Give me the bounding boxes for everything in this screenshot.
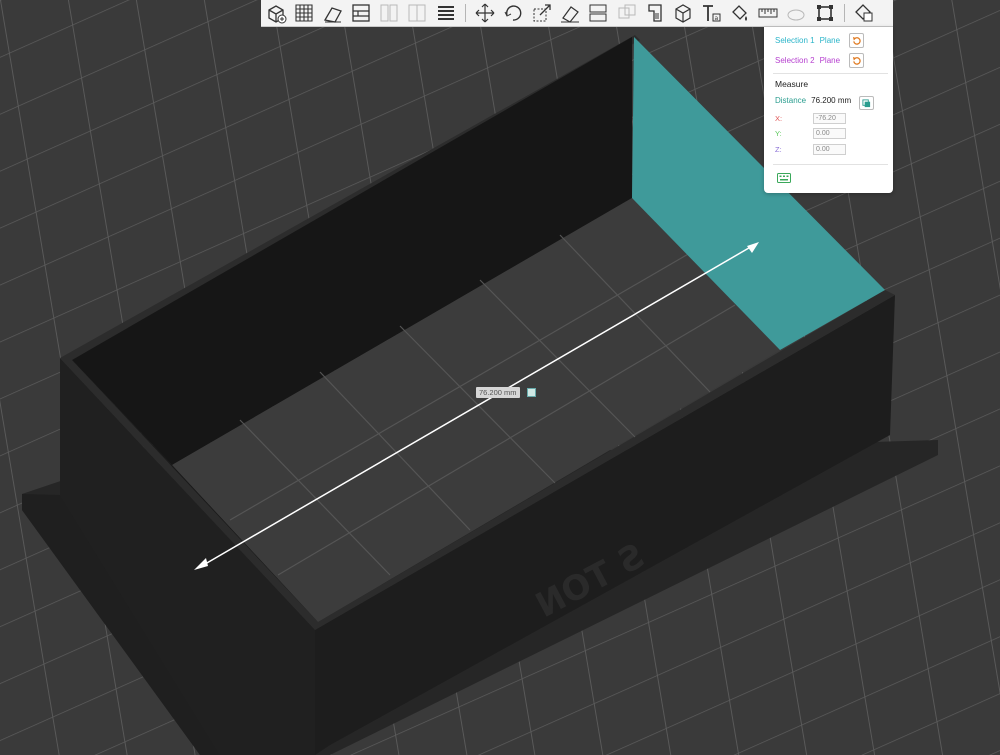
fit-selection-tool-button[interactable]: [812, 1, 838, 25]
measure-ruler-icon: [758, 8, 778, 18]
undo-icon: [852, 56, 861, 65]
undo-icon: [852, 36, 861, 45]
text-emboss-tool-button[interactable]: a: [698, 1, 724, 25]
mesh-boolean-tool-button[interactable]: [614, 1, 640, 25]
cut-tool-button[interactable]: [585, 1, 611, 25]
rotate-tool-button[interactable]: [500, 1, 526, 25]
scale-icon: [533, 4, 551, 22]
selection-2-reset-button[interactable]: [849, 53, 864, 68]
add-cube-icon: [268, 5, 287, 24]
z-value-field[interactable]: [813, 144, 846, 155]
split-parts-icon: [408, 4, 426, 22]
x-value-field[interactable]: [813, 113, 846, 124]
seam-paint-tool-button[interactable]: [670, 1, 696, 25]
lay-on-face-tool-button[interactable]: [557, 1, 583, 25]
selection-1-row: Selection 1 Plane: [775, 33, 840, 47]
panel-divider: [773, 73, 888, 74]
selection-2-row: Selection 2 Plane: [775, 53, 840, 67]
add-cube-tool-button[interactable]: [263, 1, 289, 25]
split-parts-tool-button[interactable]: [404, 1, 430, 25]
cut-icon: [589, 4, 607, 22]
copy-icon: [862, 98, 871, 107]
support-paint-tool-button[interactable]: [642, 1, 668, 25]
layers-tool-button[interactable]: [433, 1, 459, 25]
toolbar-separator: [465, 4, 467, 22]
y-label: Y:: [775, 129, 782, 138]
assembly-view-tool-button[interactable]: [851, 1, 877, 25]
split-objects-icon: [380, 4, 398, 22]
assembly-view-icon: [855, 4, 873, 22]
measure-panel: Selection 1 Plane Selection 2 Plane Meas…: [764, 27, 893, 193]
assembly-icon: [787, 9, 805, 21]
color-paint-tool-button[interactable]: [727, 1, 753, 25]
panel-divider: [773, 164, 888, 165]
top-toolbar: a: [261, 0, 893, 27]
assembly-tool-button[interactable]: [783, 1, 809, 25]
x-row: X:: [775, 113, 846, 124]
distance-label: Distance: [775, 96, 807, 105]
seam-paint-icon: [675, 4, 691, 23]
y-value-field[interactable]: [813, 128, 846, 139]
fit-selection-icon: [816, 5, 833, 21]
distance-tag-edit-button[interactable]: [527, 388, 536, 397]
color-paint-icon: [731, 5, 747, 21]
keyboard-icon: [777, 173, 791, 183]
distance-row: Distance 76.200 mm: [775, 96, 851, 105]
copy-distance-button[interactable]: [859, 96, 874, 110]
svg-text:a: a: [715, 15, 719, 22]
selection-2-label: Selection 2: [775, 55, 815, 65]
scale-tool-button[interactable]: [529, 1, 555, 25]
support-paint-icon: [648, 4, 662, 22]
move-icon: [475, 3, 495, 23]
layers-icon: [437, 6, 454, 20]
toolbar-separator: [843, 4, 845, 22]
layout-panel-tool-button[interactable]: [348, 1, 374, 25]
rotate-icon: [504, 5, 522, 21]
z-label: Z:: [775, 145, 782, 154]
z-row: Z:: [775, 144, 846, 155]
measure-ruler-tool-button[interactable]: [755, 1, 781, 25]
move-tool-button[interactable]: [472, 1, 498, 25]
selection-1-label: Selection 1: [775, 35, 815, 45]
split-objects-tool-button[interactable]: [376, 1, 402, 25]
selection-1-reset-button[interactable]: [849, 33, 864, 48]
grid-arrange-tool-button[interactable]: [291, 1, 317, 25]
layout-panel-icon: [352, 4, 370, 22]
distance-value: 76.200 mm: [811, 96, 852, 105]
distance-tag: 76.200 mm: [476, 387, 520, 398]
mesh-boolean-icon: [618, 4, 636, 19]
lay-on-face-icon: [560, 6, 579, 23]
grid-arrange-icon: [295, 4, 313, 22]
text-emboss-icon: a: [703, 5, 721, 22]
selection-1-value: Plane: [819, 35, 841, 45]
selection-2-value: Plane: [819, 55, 841, 65]
keyboard-shortcuts-button[interactable]: [777, 173, 791, 183]
orient-object-tool-button[interactable]: [320, 1, 346, 25]
x-label: X:: [775, 114, 783, 123]
y-row: Y:: [775, 128, 846, 139]
orient-object-icon: [323, 7, 342, 23]
measure-title: Measure: [775, 79, 809, 89]
